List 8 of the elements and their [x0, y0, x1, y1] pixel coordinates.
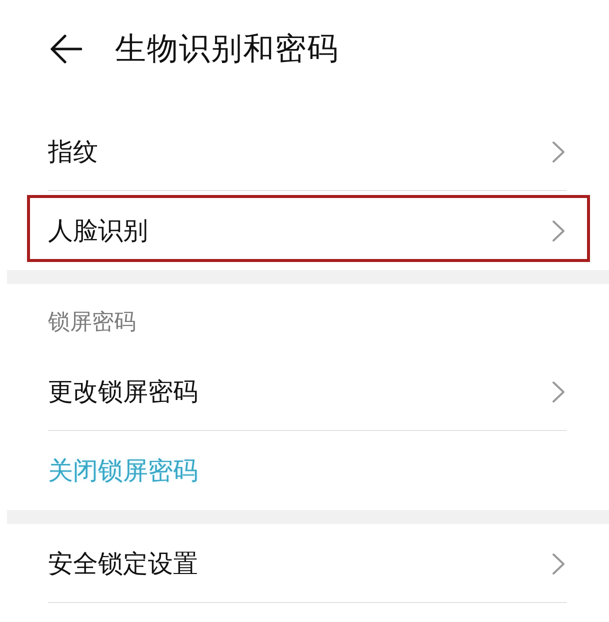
back-button[interactable]: [50, 34, 82, 64]
chevron-right-icon: [552, 380, 565, 402]
page-title: 生物识别和密码: [115, 30, 339, 69]
chevron-right-icon: [552, 140, 565, 162]
section-heading: 锁屏密码: [48, 309, 136, 337]
chevron-right-icon: [552, 220, 565, 242]
chevron-right-icon: [552, 552, 565, 574]
back-arrow-icon: [50, 34, 82, 64]
